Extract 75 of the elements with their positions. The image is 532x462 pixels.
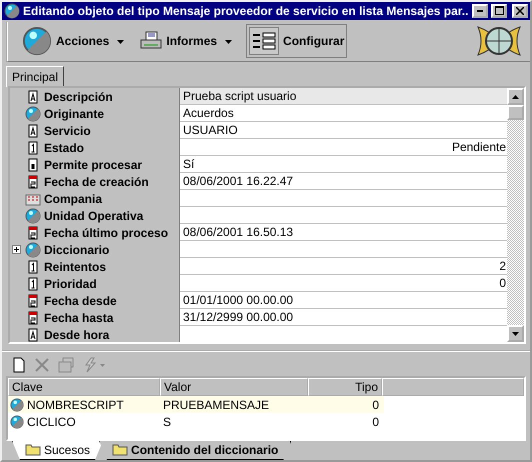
property-label: Servicio (44, 124, 91, 138)
minimize-button[interactable] (472, 4, 488, 18)
toolbar-button[interactable]: Acciones (20, 24, 112, 58)
globe-icon (4, 2, 20, 19)
text-field-icon (26, 328, 38, 342)
property-label: Originante (44, 106, 104, 121)
number-field-icon (26, 260, 38, 274)
property-value[interactable]: 08/06/2001 16.50.13 (180, 224, 507, 242)
globe-icon (10, 398, 24, 412)
column-header[interactable]: Clave (8, 378, 160, 396)
new-document-icon[interactable] (12, 357, 26, 374)
expand-icon[interactable] (12, 245, 21, 254)
column-header[interactable]: Tipo (308, 378, 382, 396)
table-cell-text: CICLICO (26, 414, 77, 429)
property-value[interactable]: Prueba script usuario (180, 88, 507, 106)
number-field-icon (26, 140, 38, 155)
property-label: Fecha hasta (44, 310, 114, 325)
caret-icon[interactable] (225, 40, 232, 44)
table-cell-text: 0 (371, 398, 380, 412)
text-field-icon (26, 124, 38, 138)
calendar-icon (26, 310, 38, 325)
column-header[interactable]: Valor (160, 378, 308, 396)
sheet-tab[interactable]: Contenido del diccionario (99, 440, 292, 460)
property-value[interactable]: Acuerdos (180, 105, 507, 122)
calendar-icon (26, 174, 38, 189)
maximize-icon (494, 6, 504, 16)
scroll-thumb[interactable] (507, 105, 524, 120)
minimize-icon (477, 10, 483, 12)
property-value[interactable]: 08/06/2001 16.22.47 (180, 173, 507, 190)
layout-icon (249, 27, 280, 56)
printer-icon (140, 31, 162, 52)
boolean-field-icon (26, 158, 38, 172)
toolbar-button[interactable]: Informes (138, 29, 220, 54)
property-label: Unidad Operativa (44, 208, 144, 223)
property-label: Reintentos (44, 260, 106, 274)
table-cell-text: S (162, 414, 172, 429)
number-field-icon (26, 276, 38, 291)
property-label: Estado (44, 140, 84, 155)
table-row[interactable]: NOMBRESCRIPT PRUEBAMENSAJE 0 (8, 396, 384, 414)
property-value[interactable]: 01/01/1000 00.00.00 (180, 292, 507, 310)
property-label: Permite procesar (44, 158, 142, 172)
table-row[interactable]: CICLICO S 0 (8, 413, 384, 430)
calendar-icon (26, 294, 38, 308)
property-label: Fecha desde (44, 294, 117, 308)
property-label: Desde hora (44, 328, 110, 342)
calendar-icon (26, 226, 38, 240)
property-label: Fecha último proceso (44, 226, 168, 240)
table-cell-text: 0 (371, 414, 380, 429)
scrollbar[interactable] (507, 88, 524, 342)
up-arrow-icon[interactable] (512, 94, 519, 99)
globe-icon (22, 26, 52, 56)
property-label: Fecha de creación (44, 174, 149, 189)
globe-icon (10, 414, 24, 429)
sheet-tab[interactable]: Sucesos (12, 440, 104, 460)
close-icon (516, 6, 524, 15)
building-icon (24, 192, 40, 206)
tab[interactable]: Principal (6, 66, 64, 88)
property-label: Diccionario (44, 242, 110, 257)
toolbar-button[interactable]: Configurar (246, 24, 348, 58)
table-cell-text: NOMBRESCRIPT (26, 398, 125, 412)
table-cell-text: PRUEBAMENSAJE (162, 398, 270, 412)
property-label: Prioridad (44, 276, 97, 291)
folder-icon (25, 443, 41, 456)
property-value[interactable]: Pendiente (180, 139, 507, 156)
maximize-button[interactable] (491, 4, 507, 18)
down-arrow-icon[interactable] (512, 332, 519, 336)
text-field-icon (26, 90, 38, 104)
caret-icon[interactable] (117, 40, 124, 44)
property-value[interactable]: Sí (180, 156, 507, 174)
close-button[interactable] (512, 4, 528, 18)
folder-icon (112, 443, 128, 456)
property-label: Compania (44, 192, 102, 206)
window-title: Editando objeto del tipo Mensaje proveedor de servicio en lista Mensajes par... (23, 4, 469, 18)
property-value[interactable]: 31/12/2999 00.00.00 (180, 309, 507, 326)
property-label: Descripción (44, 90, 113, 104)
